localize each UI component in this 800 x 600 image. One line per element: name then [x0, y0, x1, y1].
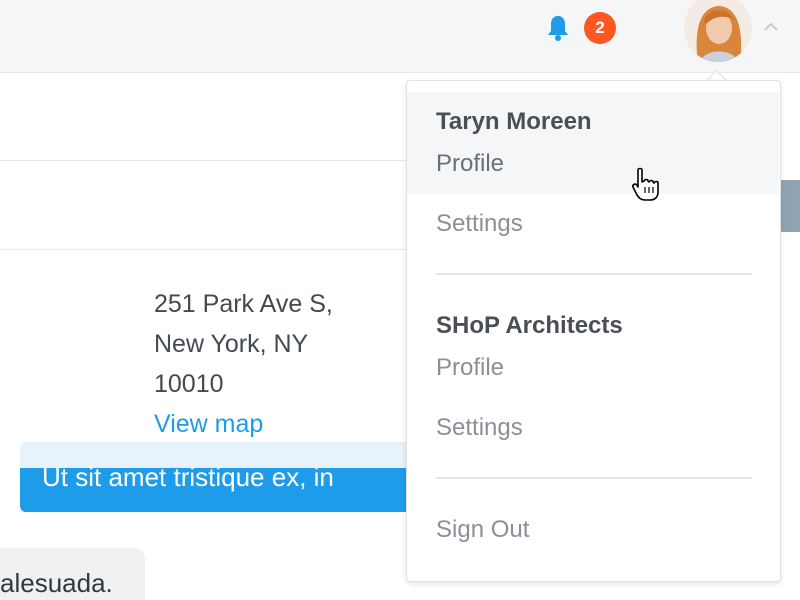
organization-name: SHoP Architects [436, 312, 623, 339]
chevron-up-icon[interactable] [762, 20, 780, 34]
notification-badge[interactable]: 2 [584, 12, 616, 44]
divider [0, 160, 410, 161]
action-button-edge[interactable] [779, 180, 800, 232]
menu-item-org-settings[interactable]: Settings [436, 414, 523, 442]
menu-item-user-profile[interactable]: Profile [436, 150, 504, 178]
message-text: Ut sit amet tristique ex, in [42, 462, 334, 492]
sign-out-button[interactable]: Sign Out [436, 516, 529, 544]
user-name: Taryn Moreen [436, 108, 592, 135]
menu-divider [436, 477, 752, 479]
hand-pointer-cursor [632, 167, 659, 201]
view-map-link[interactable]: View map [154, 404, 263, 444]
message-text: alesuada. [0, 568, 113, 598]
app-screen: 2 251 Park Ave S, New York, NY 10010 Vie… [0, 0, 800, 600]
menu-item-user-settings[interactable]: Settings [436, 210, 523, 238]
menu-item-org-profile[interactable]: Profile [436, 354, 504, 382]
address-line: 251 Park Ave S, [154, 290, 333, 318]
top-bar: 2 [0, 0, 800, 73]
address-line: 10010 [154, 370, 224, 398]
address-line: New York, NY [154, 330, 309, 358]
message-bubble: Ut sit amet tristique ex, in [20, 442, 420, 512]
address-block: 251 Park Ave S, New York, NY 10010 [154, 284, 333, 404]
divider [0, 249, 410, 250]
avatar[interactable] [684, 0, 752, 62]
bell-icon[interactable] [545, 14, 571, 42]
menu-divider [436, 273, 752, 275]
